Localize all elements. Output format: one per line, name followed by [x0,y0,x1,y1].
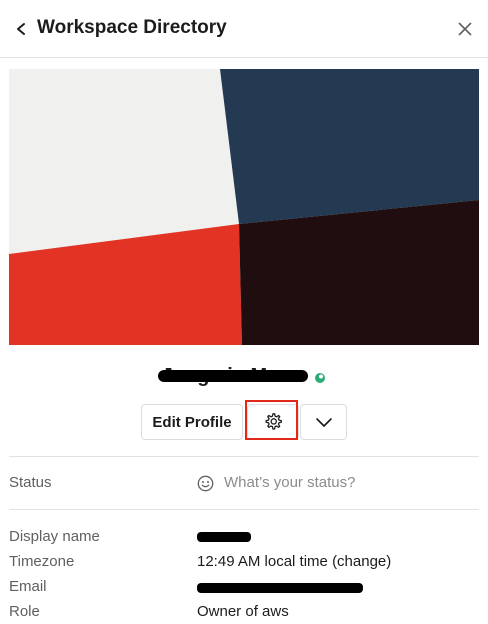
display-name-label: Display name [9,528,100,545]
presence-icon [315,372,326,383]
smiley-icon [197,475,214,491]
role-value: Owner of aws [197,603,289,620]
redacted-email [197,583,363,593]
email-label: Email [9,578,47,595]
page-title: Workspace Directory [37,17,227,38]
settings-button[interactable] [247,404,299,440]
gear-icon [265,413,282,430]
panel-header: Workspace Directory [0,0,488,58]
divider [9,509,479,510]
chevron-down-icon [315,418,332,427]
edit-profile-label: Edit Profile [152,413,232,431]
divider [9,456,479,457]
edit-profile-button[interactable]: Edit Profile [141,404,243,440]
status-placeholder: What’s your status? [224,474,356,491]
more-actions-button[interactable] [300,404,347,440]
timezone-value: 12:49 AM local time (change) [197,553,392,570]
cover-image [9,69,479,345]
timezone-label: Timezone [9,553,75,570]
profile-name-row: Jongmin Moon [0,362,488,390]
redacted-display-name [197,532,251,542]
role-label: Role [9,603,40,620]
status-field[interactable]: What’s your status? [197,474,355,492]
chevron-left-icon[interactable] [14,18,28,40]
status-label: Status [9,474,52,491]
profile-name: Jongmin Moon [157,362,309,390]
close-icon[interactable] [455,19,475,39]
